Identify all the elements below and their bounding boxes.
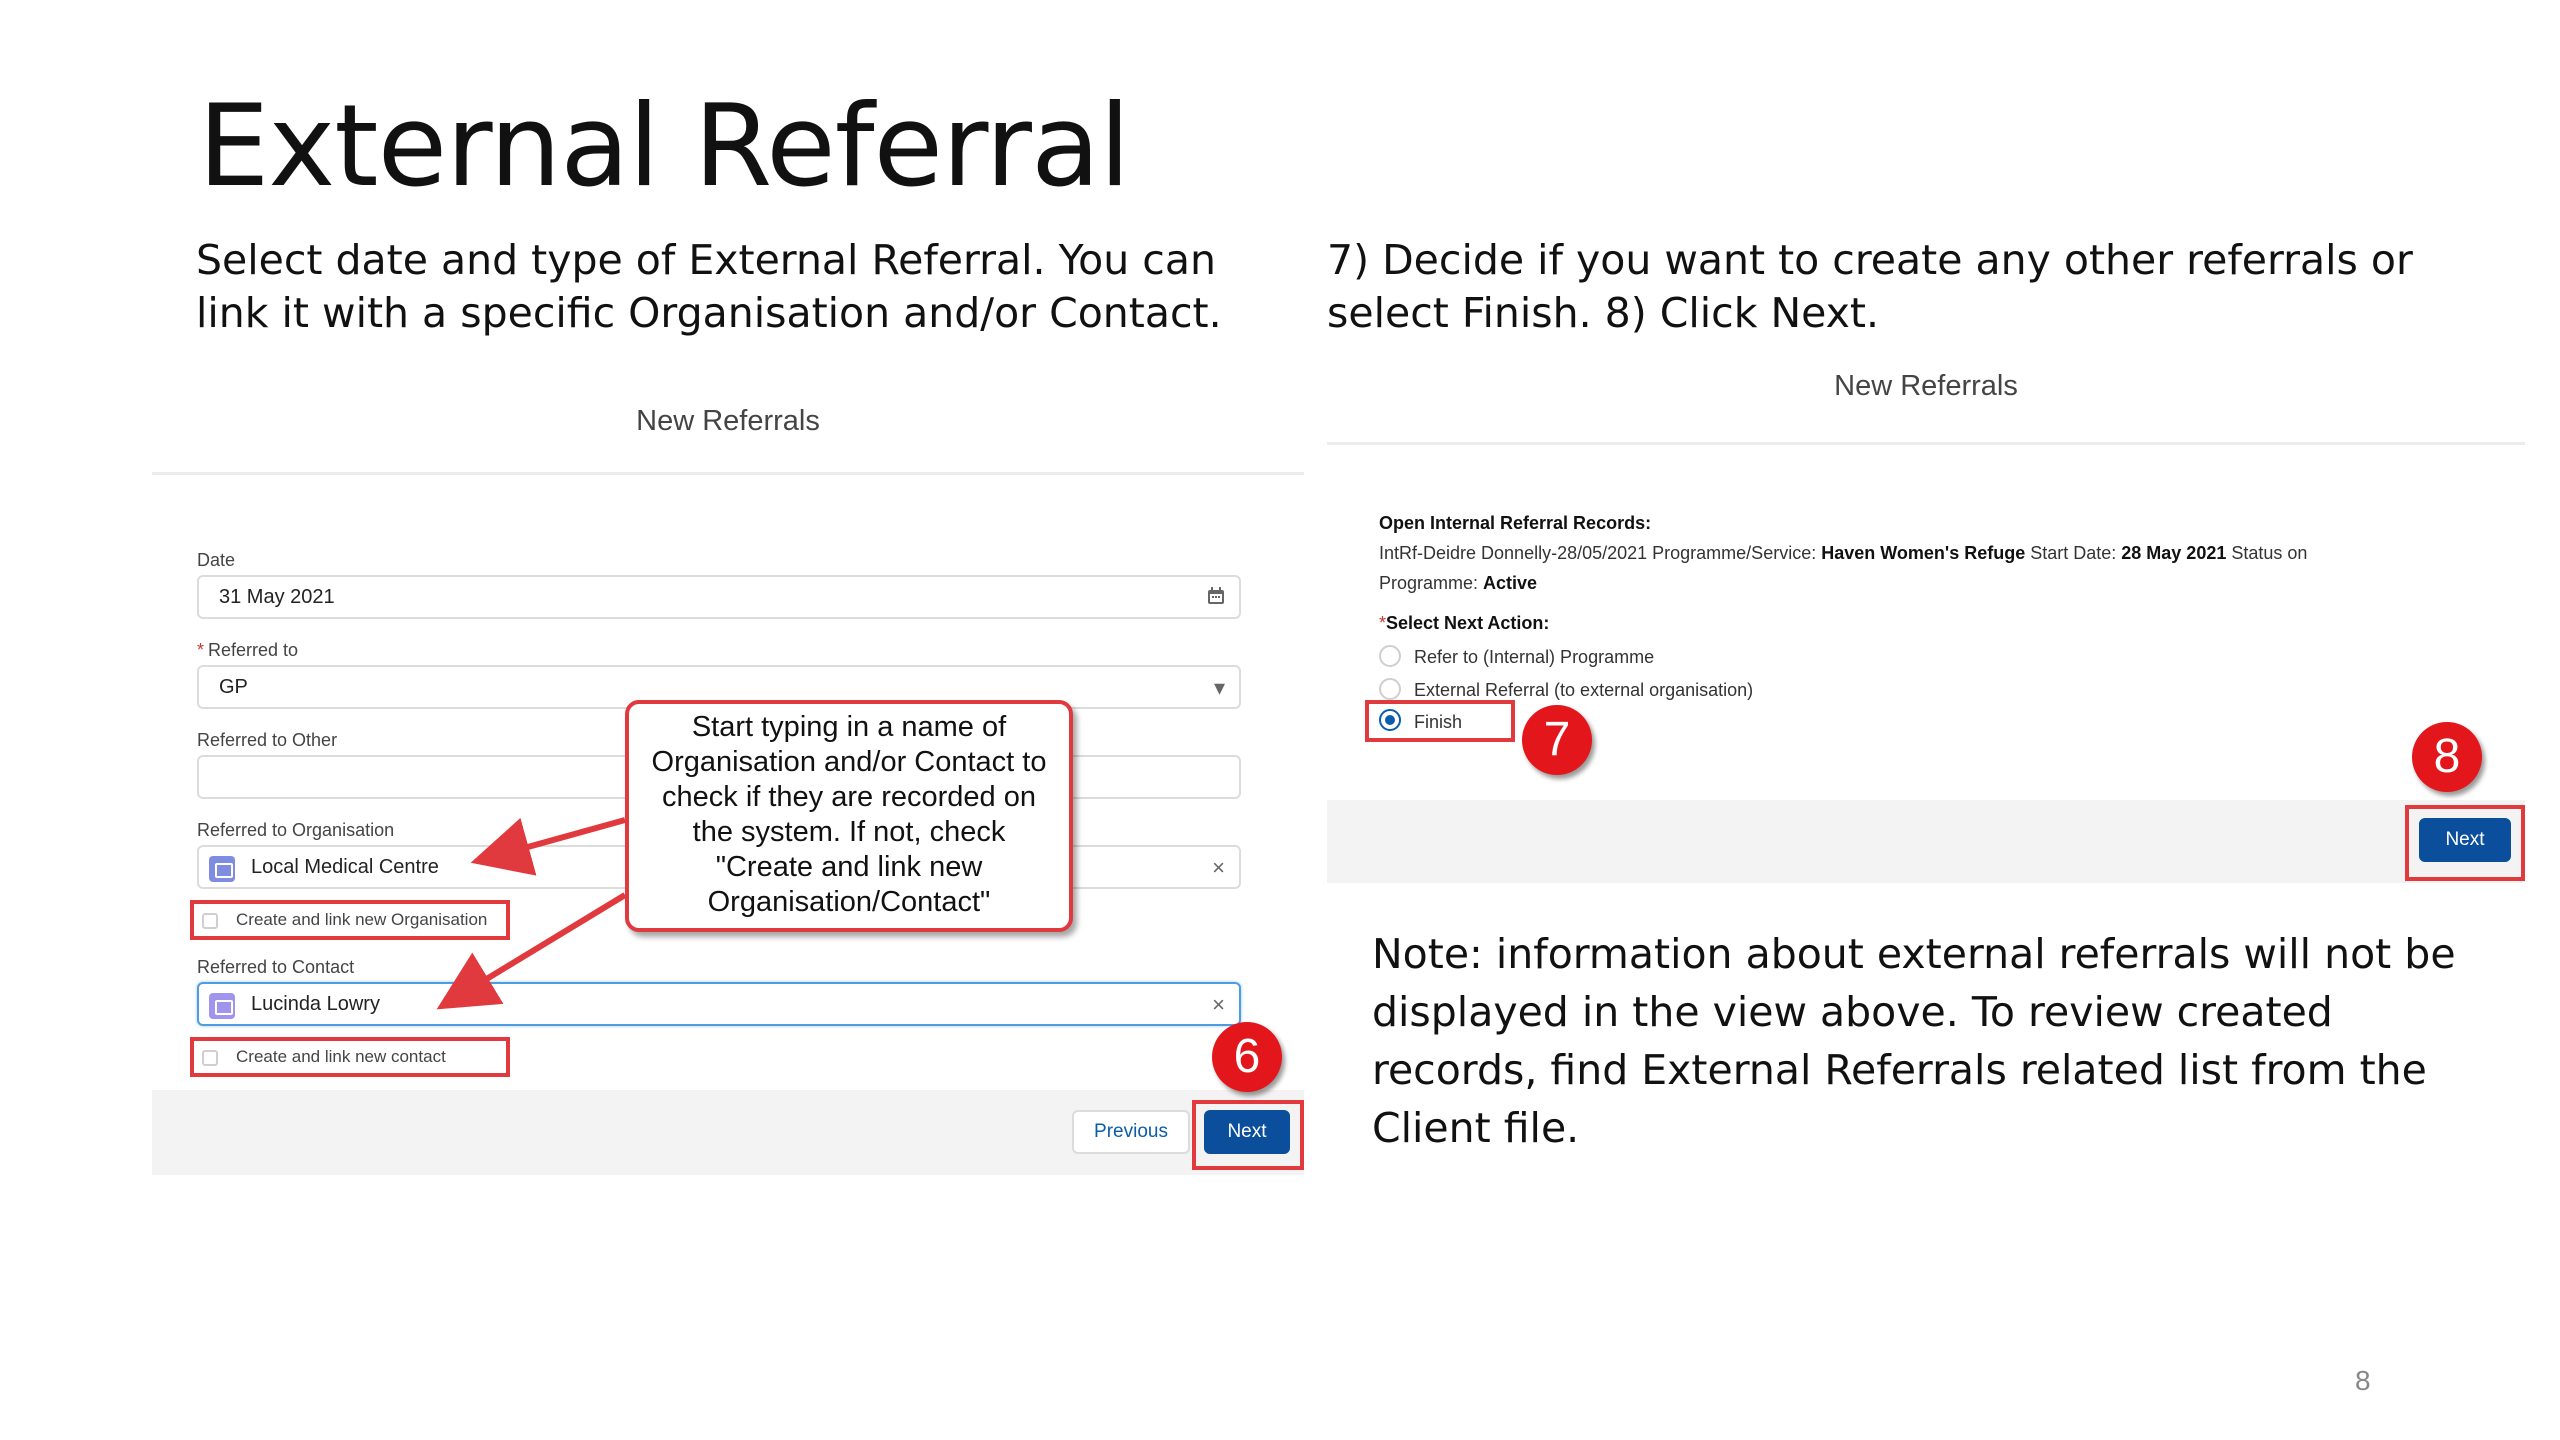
arrow-to-contact xyxy=(436,892,627,1010)
callout-arrows xyxy=(436,817,627,1010)
note-text: Note: information about external referra… xyxy=(1372,930,2456,1152)
arrow-to-organisation xyxy=(470,817,626,876)
page-number: 8 xyxy=(2355,1365,2371,1396)
